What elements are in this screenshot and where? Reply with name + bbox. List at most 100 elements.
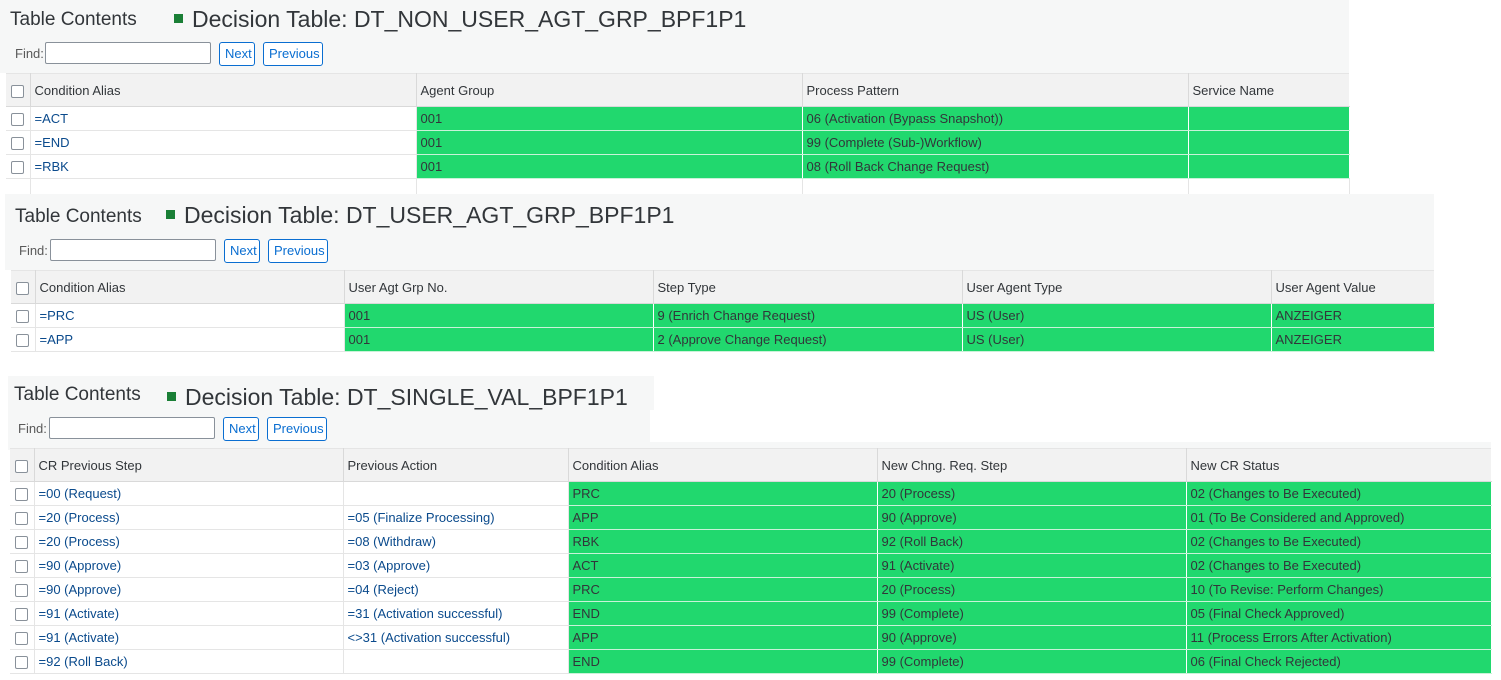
row-checkbox[interactable]: [15, 632, 28, 646]
table-cell[interactable]: 90 (Approve): [877, 625, 1187, 650]
table-cell[interactable]: 05 (Final Check Approved): [1186, 601, 1492, 626]
table-cell[interactable]: 06 (Activation (Bypass Snapshot)): [802, 106, 1189, 131]
table-cell[interactable]: RBK: [568, 529, 878, 554]
previous-action-cell[interactable]: <>31 (Activation successful): [343, 625, 569, 650]
cr-previous-step-cell[interactable]: =20 (Process): [34, 505, 344, 530]
previous-action-cell[interactable]: =03 (Approve): [343, 553, 569, 578]
table-cell[interactable]: 02 (Changes to Be Executed): [1186, 529, 1492, 554]
table-cell[interactable]: 001: [416, 130, 803, 155]
table-cell[interactable]: 11 (Process Errors After Activation): [1186, 625, 1492, 650]
table-cell[interactable]: 001: [416, 154, 803, 179]
table-cell[interactable]: PRC: [568, 577, 878, 602]
table-cell[interactable]: ANZEIGER: [1271, 327, 1435, 352]
table-row[interactable]: =90 (Approve) =03 (Approve) ACT 91 (Acti…: [10, 553, 1492, 578]
table-cell[interactable]: 2 (Approve Change Request): [653, 327, 963, 352]
table-cell[interactable]: 02 (Changes to Be Executed): [1186, 481, 1492, 506]
row-checkbox[interactable]: [11, 113, 24, 127]
column-header[interactable]: Step Type: [653, 270, 963, 304]
table-row[interactable]: =91 (Activate) <>31 (Activation successf…: [10, 625, 1492, 650]
table-row[interactable]: =20 (Process) =05 (Finalize Processing) …: [10, 505, 1492, 530]
cr-previous-step-cell[interactable]: =90 (Approve): [34, 577, 344, 602]
column-header[interactable]: New Chng. Req. Step: [877, 448, 1187, 482]
column-header[interactable]: Previous Action: [343, 448, 569, 482]
row-select-cell[interactable]: [6, 154, 31, 179]
table-cell[interactable]: 90 (Approve): [877, 505, 1187, 530]
table-cell[interactable]: US (User): [962, 303, 1272, 328]
table-cell[interactable]: END: [568, 601, 878, 626]
table-row[interactable]: =20 (Process) =08 (Withdraw) RBK 92 (Rol…: [10, 529, 1492, 554]
row-select-cell[interactable]: [10, 505, 35, 530]
previous-button[interactable]: Previous: [267, 417, 327, 441]
column-header[interactable]: Process Pattern: [802, 73, 1189, 107]
cr-previous-step-cell[interactable]: =91 (Activate): [34, 601, 344, 626]
table-cell[interactable]: 9 (Enrich Change Request): [653, 303, 963, 328]
table-cell[interactable]: ANZEIGER: [1271, 303, 1435, 328]
table-cell[interactable]: 06 (Final Check Rejected): [1186, 649, 1492, 674]
condition-alias-cell[interactable]: =RBK: [30, 154, 417, 179]
next-button[interactable]: Next: [224, 239, 260, 263]
table-cell[interactable]: PRC: [568, 481, 878, 506]
condition-alias-cell[interactable]: =END: [30, 130, 417, 155]
table-cell[interactable]: 10 (To Revise: Perform Changes): [1186, 577, 1492, 602]
condition-alias-cell[interactable]: =ACT: [30, 106, 417, 131]
table-cell[interactable]: 20 (Process): [877, 481, 1187, 506]
column-header[interactable]: Agent Group: [416, 73, 803, 107]
select-all-checkbox-cell[interactable]: [11, 270, 36, 304]
table-row[interactable]: =91 (Activate) =31 (Activation successfu…: [10, 601, 1492, 626]
table-cell[interactable]: [1188, 130, 1350, 155]
table-row[interactable]: =PRC 001 9 (Enrich Change Request) US (U…: [11, 303, 1435, 328]
row-checkbox[interactable]: [11, 161, 24, 175]
table-cell[interactable]: APP: [568, 505, 878, 530]
row-checkbox[interactable]: [15, 536, 28, 550]
row-select-cell[interactable]: [11, 327, 36, 352]
row-checkbox[interactable]: [11, 137, 24, 151]
previous-button[interactable]: Previous: [263, 42, 323, 66]
table-cell[interactable]: 01 (To Be Considered and Approved): [1186, 505, 1492, 530]
row-checkbox[interactable]: [15, 584, 28, 598]
table-row[interactable]: =92 (Roll Back) END 99 (Complete) 06 (Fi…: [10, 649, 1492, 674]
row-select-cell[interactable]: [10, 529, 35, 554]
row-select-cell[interactable]: [6, 130, 31, 155]
next-button[interactable]: Next: [219, 42, 255, 66]
table-cell[interactable]: 99 (Complete): [877, 649, 1187, 674]
row-checkbox[interactable]: [15, 560, 28, 574]
column-header[interactable]: Service Name: [1188, 73, 1349, 107]
previous-action-cell[interactable]: =04 (Reject): [343, 577, 569, 602]
select-all-checkbox[interactable]: [16, 281, 29, 295]
row-select-cell[interactable]: [10, 481, 35, 506]
cr-previous-step-cell[interactable]: =20 (Process): [34, 529, 344, 554]
table-cell[interactable]: 91 (Activate): [877, 553, 1187, 578]
row-select-cell[interactable]: [10, 601, 35, 626]
next-button[interactable]: Next: [223, 417, 259, 441]
condition-alias-cell[interactable]: =PRC: [35, 303, 345, 328]
table-row[interactable]: =APP 001 2 (Approve Change Request) US (…: [11, 327, 1435, 352]
table-cell[interactable]: 02 (Changes to Be Executed): [1186, 553, 1492, 578]
previous-action-cell[interactable]: [343, 481, 569, 506]
previous-action-cell[interactable]: [343, 649, 569, 674]
previous-action-cell[interactable]: =31 (Activation successful): [343, 601, 569, 626]
table-cell[interactable]: ACT: [568, 553, 878, 578]
table-cell[interactable]: 99 (Complete (Sub-)Workflow): [802, 130, 1189, 155]
find-input[interactable]: [50, 239, 216, 261]
column-header[interactable]: Condition Alias: [568, 448, 878, 482]
table-cell[interactable]: APP: [568, 625, 878, 650]
table-cell[interactable]: 20 (Process): [877, 577, 1187, 602]
select-all-checkbox-cell[interactable]: [10, 448, 35, 482]
column-header[interactable]: User Agt Grp No.: [344, 270, 654, 304]
row-select-cell[interactable]: [10, 577, 35, 602]
row-checkbox[interactable]: [15, 656, 28, 670]
table-cell[interactable]: [1188, 154, 1350, 179]
select-all-checkbox[interactable]: [15, 459, 28, 473]
row-select-cell[interactable]: [11, 303, 36, 328]
table-cell[interactable]: 001: [344, 327, 654, 352]
table-cell[interactable]: 08 (Roll Back Change Request): [802, 154, 1189, 179]
table-cell[interactable]: US (User): [962, 327, 1272, 352]
column-header[interactable]: Condition Alias: [35, 270, 345, 304]
cr-previous-step-cell[interactable]: =90 (Approve): [34, 553, 344, 578]
row-checkbox[interactable]: [16, 310, 29, 324]
cr-previous-step-cell[interactable]: =92 (Roll Back): [34, 649, 344, 674]
condition-alias-cell[interactable]: =APP: [35, 327, 345, 352]
cr-previous-step-cell[interactable]: =00 (Request): [34, 481, 344, 506]
row-select-cell[interactable]: [10, 553, 35, 578]
table-cell[interactable]: 92 (Roll Back): [877, 529, 1187, 554]
